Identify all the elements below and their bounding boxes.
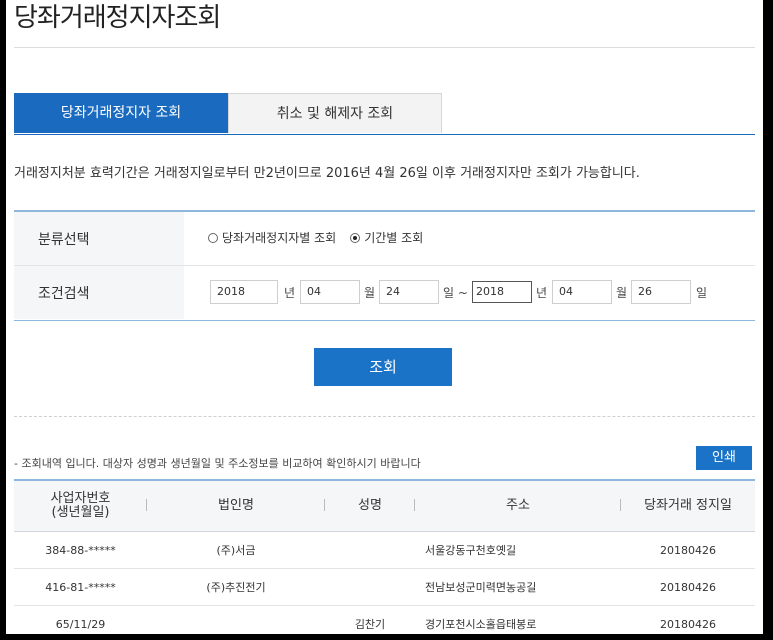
tab-suspended-search[interactable]: 당좌거래정지자 조회 bbox=[14, 93, 228, 133]
tab-bar: 당좌거래정지자 조회 취소 및 해제자 조회 bbox=[14, 93, 755, 135]
radio-by-suspended-person[interactable]: 당좌거래정지자별 조회 bbox=[208, 229, 336, 246]
col-header-name: 성명 bbox=[325, 480, 415, 532]
to-month-input[interactable]: 04 bbox=[552, 280, 612, 304]
from-year-input[interactable]: 2018 bbox=[210, 280, 278, 304]
radio-label: 당좌거래정지자별 조회 bbox=[222, 231, 337, 245]
cell-bizno: 384-88-***** bbox=[14, 531, 147, 569]
cell-address: 전남보성군미력면농공길 bbox=[415, 568, 621, 606]
from-month-input[interactable]: 04 bbox=[300, 280, 360, 304]
cell-address: 서울강동구천호옛길 bbox=[415, 531, 621, 569]
cell-bizno: 416-81-***** bbox=[14, 568, 147, 606]
table-row: 384-88-***** (주)서금 서울강동구천호옛길 20180426 bbox=[14, 531, 755, 569]
category-radio-group: 당좌거래정지자별 조회 기간별 조회 bbox=[208, 229, 423, 246]
page-container: 당좌거래정지자조회 당좌거래정지자 조회 취소 및 해제자 조회 거래정지처분 … bbox=[6, 0, 763, 634]
col-header-address: 주소 bbox=[415, 480, 621, 532]
cell-corp: (주)서금 bbox=[147, 531, 325, 569]
cell-name: 김찬기 bbox=[325, 605, 415, 634]
print-button[interactable]: 인쇄 bbox=[696, 446, 752, 470]
unit-month: 월 bbox=[616, 286, 628, 300]
page-title: 당좌거래정지자조회 bbox=[14, 3, 221, 33]
col-header-bizno-line1: 사업자번호 bbox=[50, 491, 111, 506]
section-divider bbox=[14, 416, 755, 417]
to-year-input[interactable]: 2018 bbox=[472, 281, 532, 303]
cell-corp bbox=[147, 605, 325, 634]
search-form: 분류선택 당좌거래정지자별 조회 기간별 조회 조건검색 2018 년 04 월… bbox=[14, 210, 755, 321]
from-day-input[interactable]: 24 bbox=[379, 280, 439, 304]
radio-unchecked-icon[interactable] bbox=[208, 232, 218, 243]
col-header-date: 당좌거래 정지일 bbox=[621, 480, 755, 532]
unit-year: 년 bbox=[536, 286, 548, 300]
cell-date: 20180426 bbox=[621, 568, 755, 606]
cell-corp: (주)추진전기 bbox=[147, 568, 325, 606]
category-row: 분류선택 당좌거래정지자별 조회 기간별 조회 bbox=[14, 212, 755, 266]
condition-label: 조건검색 bbox=[14, 266, 184, 319]
cell-name bbox=[325, 531, 415, 569]
tab-cancel-release-search[interactable]: 취소 및 해제자 조회 bbox=[228, 93, 442, 133]
cell-name bbox=[325, 568, 415, 606]
cell-bizno: 65/11/29 bbox=[14, 605, 147, 634]
to-day-input[interactable]: 26 bbox=[631, 280, 691, 304]
notice-text: 거래정지처분 효력기간은 거래정지일로부터 만2년이므로 2016년 4월 26… bbox=[14, 166, 640, 181]
table-row: 65/11/29 김찬기 경기포천시소홀읍태봉로 20180426 bbox=[14, 605, 755, 634]
cell-address: 경기포천시소홀읍태봉로 bbox=[415, 605, 621, 634]
table-row: 416-81-***** (주)추진전기 전남보성군미력면농공길 2018042… bbox=[14, 568, 755, 606]
cell-date: 20180426 bbox=[621, 605, 755, 634]
radio-checked-icon[interactable] bbox=[350, 232, 361, 243]
table-header-row: 사업자번호 (생년월일) 법인명 성명 주소 당좌거래 정지일 bbox=[14, 480, 755, 532]
unit-month: 월 bbox=[364, 286, 376, 300]
search-button[interactable]: 조회 bbox=[314, 348, 452, 386]
radio-by-period[interactable]: 기간별 조회 bbox=[350, 229, 423, 246]
unit-day-range: 일 ~ bbox=[443, 286, 468, 300]
col-header-bizno: 사업자번호 (생년월일) bbox=[14, 480, 147, 532]
unit-day: 일 bbox=[696, 286, 708, 300]
radio-label: 기간별 조회 bbox=[364, 231, 424, 245]
category-label: 분류선택 bbox=[14, 212, 184, 265]
condition-row: 조건검색 2018 년 04 월 24 일 ~ 2018 년 04 월 26 일 bbox=[14, 266, 755, 319]
unit-year: 년 bbox=[284, 286, 296, 300]
cell-date: 20180426 bbox=[621, 531, 755, 569]
col-header-corp: 법인명 bbox=[147, 480, 325, 532]
result-table: 사업자번호 (생년월일) 법인명 성명 주소 당좌거래 정지일 384-88-*… bbox=[14, 479, 755, 634]
title-divider bbox=[14, 47, 755, 48]
result-note: - 조회내역 입니다. 대상자 성명과 생년월일 및 주소정보를 비교하여 확인… bbox=[14, 457, 421, 470]
col-header-bizno-line2: (생년월일) bbox=[51, 505, 110, 520]
